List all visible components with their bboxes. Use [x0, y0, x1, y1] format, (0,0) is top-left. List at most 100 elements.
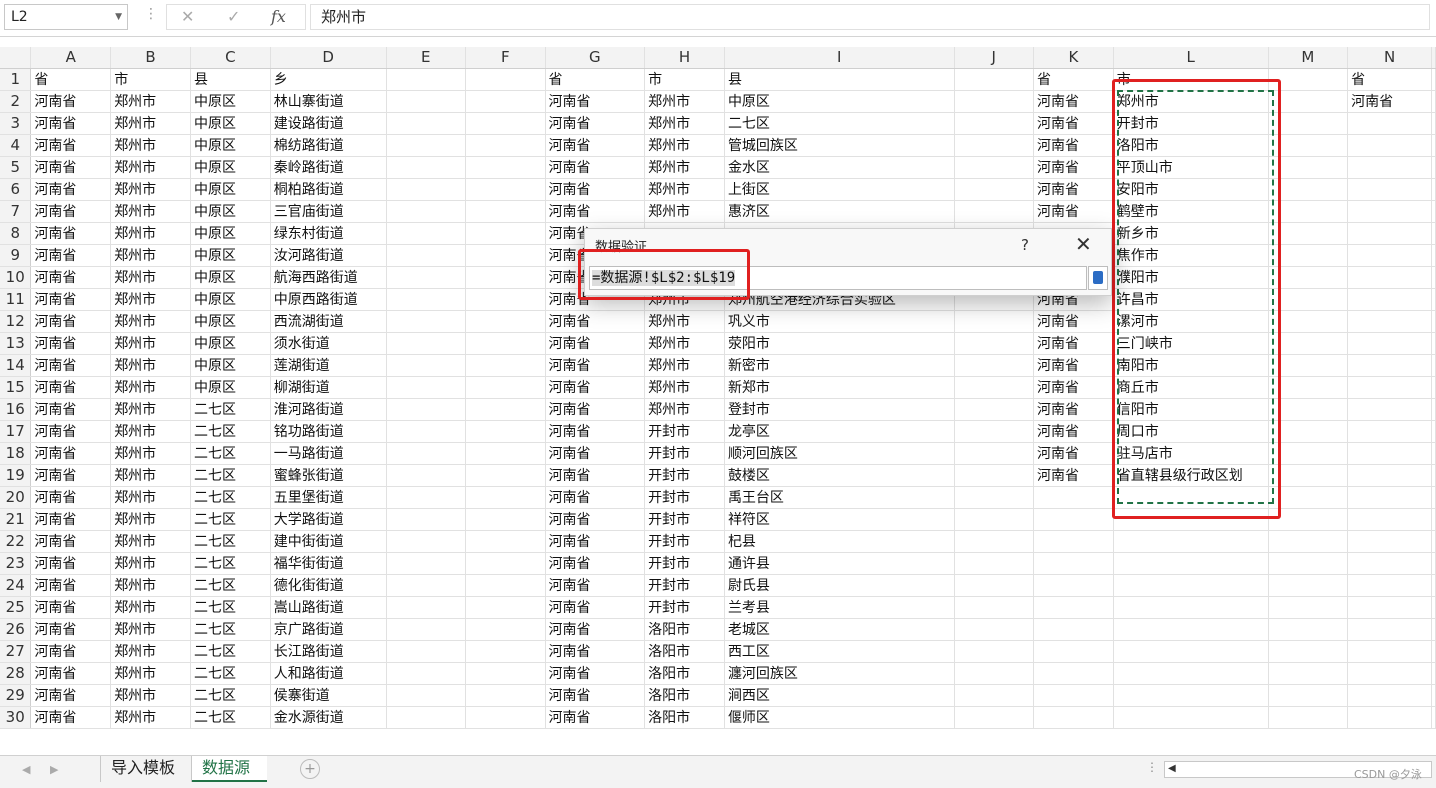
cell[interactable]: [1431, 662, 1436, 685]
cell[interactable]: 大学路街道: [270, 508, 387, 531]
cell[interactable]: 郑州市: [110, 398, 191, 421]
cell[interactable]: [1347, 200, 1432, 223]
cell[interactable]: [465, 376, 546, 399]
cell[interactable]: 河南省: [30, 640, 112, 663]
cell[interactable]: 中原区: [190, 90, 271, 113]
cell[interactable]: 郑州市: [644, 332, 725, 355]
cell[interactable]: 洛阳市: [644, 662, 725, 685]
cell[interactable]: 河南省: [545, 508, 646, 531]
cell[interactable]: 河南省: [545, 156, 646, 179]
cell[interactable]: [1431, 398, 1436, 421]
cell[interactable]: 市: [110, 68, 191, 91]
cell[interactable]: 蜜蜂张街道: [270, 464, 387, 487]
cell[interactable]: 市: [644, 68, 725, 91]
column-header-J[interactable]: J: [954, 47, 1035, 69]
cell[interactable]: 管城回族区: [724, 134, 955, 157]
cell[interactable]: 二七区: [190, 640, 271, 663]
cell[interactable]: 河南省: [1033, 442, 1114, 465]
cell[interactable]: [1431, 68, 1436, 91]
cell[interactable]: 顺河回族区: [724, 442, 955, 465]
cell[interactable]: 郑州市: [110, 266, 191, 289]
cell[interactable]: 郑州市: [110, 354, 191, 377]
row-header[interactable]: 11: [0, 288, 32, 311]
cell[interactable]: [1268, 574, 1349, 597]
cell[interactable]: [1347, 464, 1432, 487]
cell[interactable]: 柳湖街道: [270, 376, 387, 399]
cell[interactable]: 中原区: [190, 376, 271, 399]
cell[interactable]: [1431, 244, 1436, 267]
cell[interactable]: [1268, 684, 1349, 707]
cancel-icon[interactable]: ✕: [181, 7, 194, 26]
row-header[interactable]: 19: [0, 464, 32, 487]
cell[interactable]: [465, 354, 546, 377]
cell[interactable]: 河南省: [30, 156, 112, 179]
cell[interactable]: 河南省: [1033, 376, 1114, 399]
cell[interactable]: 河南省: [1033, 178, 1114, 201]
cell[interactable]: [1033, 706, 1114, 729]
cell[interactable]: 河南省: [30, 398, 112, 421]
cell[interactable]: [465, 420, 546, 443]
cell[interactable]: 河南省: [545, 662, 646, 685]
cell[interactable]: 河南省: [545, 90, 646, 113]
cell[interactable]: 二七区: [190, 486, 271, 509]
row-header[interactable]: 30: [0, 706, 32, 729]
cell[interactable]: [465, 266, 546, 289]
cell[interactable]: [1347, 618, 1432, 641]
cell[interactable]: [386, 244, 467, 267]
row-header[interactable]: 5: [0, 156, 32, 179]
cell[interactable]: 河南省: [1033, 464, 1114, 487]
cell[interactable]: 河南省: [30, 134, 112, 157]
cell[interactable]: [954, 90, 1035, 113]
cell[interactable]: [954, 68, 1035, 91]
cell[interactable]: 郑州市: [644, 134, 725, 157]
cell[interactable]: [954, 354, 1035, 377]
sheet-tab-import-template[interactable]: 导入模板: [100, 756, 192, 782]
cell[interactable]: 郑州市: [110, 442, 191, 465]
row-header[interactable]: 13: [0, 332, 32, 355]
cell[interactable]: [386, 178, 467, 201]
column-header-B[interactable]: B: [110, 47, 191, 69]
column-header-F[interactable]: F: [465, 47, 546, 69]
cell[interactable]: 鼓楼区: [724, 464, 955, 487]
row-header[interactable]: 3: [0, 112, 32, 135]
cell[interactable]: 郑州市: [644, 200, 725, 223]
cell[interactable]: 河南省: [30, 464, 112, 487]
cell[interactable]: [1113, 684, 1269, 707]
cell[interactable]: [1347, 134, 1432, 157]
cell[interactable]: 京广路街道: [270, 618, 387, 641]
column-header-C[interactable]: C: [190, 47, 271, 69]
cell[interactable]: [1113, 640, 1269, 663]
cell[interactable]: 河南省: [545, 596, 646, 619]
cell[interactable]: [954, 398, 1035, 421]
cell[interactable]: [386, 618, 467, 641]
cell[interactable]: 林山寨街道: [270, 90, 387, 113]
cell[interactable]: 河南省: [545, 376, 646, 399]
cell[interactable]: [465, 156, 546, 179]
cell[interactable]: [954, 420, 1035, 443]
cell[interactable]: [1431, 134, 1436, 157]
cell[interactable]: [1347, 552, 1432, 575]
cell[interactable]: [1113, 596, 1269, 619]
cell[interactable]: [386, 442, 467, 465]
row-header[interactable]: 8: [0, 222, 32, 245]
cell[interactable]: 中原区: [190, 310, 271, 333]
row-header[interactable]: 17: [0, 420, 32, 443]
cell[interactable]: [954, 112, 1035, 135]
cell[interactable]: [954, 134, 1035, 157]
row-header[interactable]: 9: [0, 244, 32, 267]
cell[interactable]: [1431, 706, 1436, 729]
cell[interactable]: [954, 618, 1035, 641]
column-header-G[interactable]: G: [545, 47, 646, 69]
cell[interactable]: [1113, 662, 1269, 685]
cell[interactable]: [386, 530, 467, 553]
cell[interactable]: [386, 112, 467, 135]
row-header[interactable]: 1: [0, 68, 32, 91]
cell[interactable]: 开封市: [644, 508, 725, 531]
cell[interactable]: 河南省: [30, 684, 112, 707]
cell[interactable]: 中原区: [190, 156, 271, 179]
cell[interactable]: 省: [1347, 68, 1432, 91]
cell[interactable]: [1347, 332, 1432, 355]
cell[interactable]: 二七区: [190, 596, 271, 619]
cell[interactable]: [1347, 442, 1432, 465]
check-icon[interactable]: ✓: [227, 7, 240, 26]
